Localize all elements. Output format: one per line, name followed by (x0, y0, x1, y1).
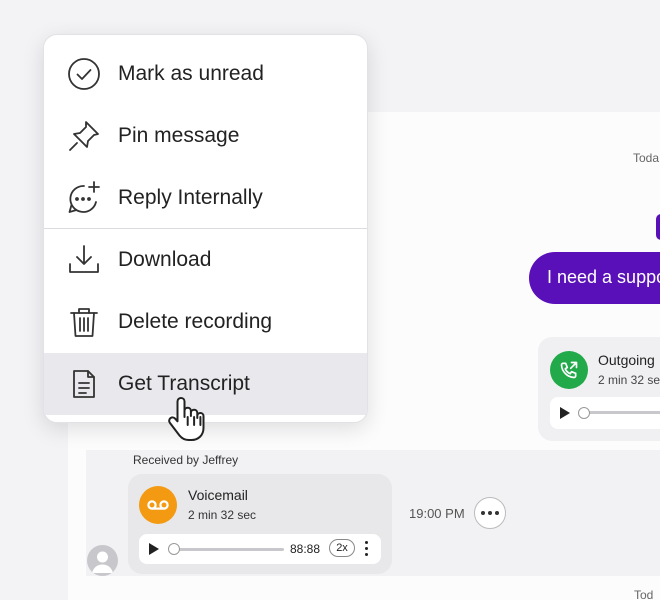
outgoing-message-bubble[interactable]: I need a suppo (529, 252, 660, 304)
chat-add-icon (66, 180, 102, 216)
call-audio-player[interactable] (550, 397, 660, 429)
document-icon (66, 366, 102, 402)
menu-item-label: Pin message (118, 124, 240, 147)
voicemail-duration: 2 min 32 sec (188, 508, 257, 522)
message-bubble-edge (656, 214, 660, 240)
message-timestamp: 19:00 PM (409, 506, 465, 521)
menu-item-label: Download (118, 248, 212, 271)
menu-item-download[interactable]: Download (44, 229, 367, 291)
play-icon[interactable] (149, 543, 159, 555)
menu-item-mark-unread[interactable]: Mark as unread (44, 43, 367, 105)
voicemail-audio-player[interactable]: 88:88 2x (139, 534, 381, 564)
menu-item-reply-internally[interactable]: Reply Internally (44, 167, 367, 229)
player-time: 88:88 (290, 542, 321, 556)
phone-outgoing-icon (550, 351, 588, 389)
more-options-button[interactable] (474, 497, 506, 529)
call-duration: 2 min 32 se (598, 373, 660, 387)
hand-pointer-cursor-icon (165, 393, 217, 445)
menu-item-pin-message[interactable]: Pin message (44, 105, 367, 167)
received-by-label: Received by Jeffrey (133, 453, 239, 467)
voicemail-title: Voicemail (188, 487, 248, 503)
download-icon (66, 242, 102, 278)
trash-icon (66, 304, 102, 340)
voicemail-progress-track[interactable] (174, 548, 284, 551)
outgoing-call-card[interactable]: Outgoing 2 min 32 se (538, 337, 660, 441)
call-title: Outgoing (598, 352, 655, 368)
voicemail-progress-knob[interactable] (168, 543, 180, 555)
avatar (87, 545, 118, 576)
menu-item-label: Mark as unread (118, 62, 264, 85)
date-label-bottom: Tod (634, 588, 654, 600)
call-progress-track[interactable] (580, 411, 660, 414)
player-options-icon[interactable] (365, 541, 369, 557)
call-progress-knob[interactable] (578, 407, 590, 419)
message-context-menu: Mark as unread Pin message Reply Interna… (43, 34, 368, 423)
play-icon[interactable] (560, 407, 570, 419)
playback-speed-button[interactable]: 2x (329, 539, 355, 557)
menu-item-delete-recording[interactable]: Delete recording (44, 291, 367, 353)
pin-icon (66, 118, 102, 154)
menu-item-label: Delete recording (118, 310, 273, 333)
voicemail-icon (139, 486, 177, 524)
date-label-top: Toda (633, 151, 660, 165)
menu-item-label: Reply Internally (118, 186, 263, 209)
voicemail-card[interactable]: Voicemail 2 min 32 sec 88:88 2x (128, 474, 392, 574)
check-circle-icon (66, 56, 102, 92)
